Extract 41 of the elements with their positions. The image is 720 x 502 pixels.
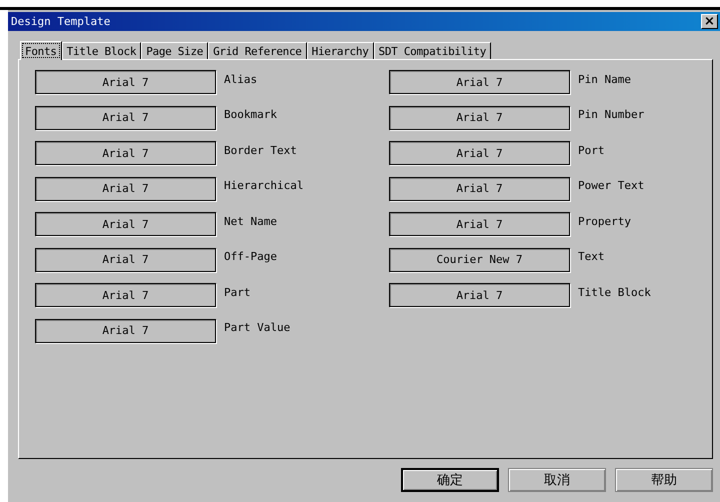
window-title: Design Template [11, 15, 110, 28]
font-label: Net Name [224, 214, 277, 228]
font-label: Part Value [224, 321, 290, 334]
font-label: Text [578, 250, 604, 263]
font-label: Port [578, 144, 604, 156]
font-button[interactable]: Arial 7 [35, 212, 216, 236]
dialog-button[interactable]: 帮助 [615, 468, 713, 492]
font-button[interactable]: Arial 7 [389, 106, 570, 130]
font-label: Hierarchical [224, 179, 304, 192]
tab[interactable]: Hierarchy [306, 42, 374, 59]
font-button[interactable]: Arial 7 [389, 141, 570, 165]
font-label: Border Text [224, 144, 297, 156]
font-button[interactable]: Arial 7 [389, 283, 570, 307]
font-button[interactable]: Arial 7 [35, 141, 216, 165]
font-label: Off-Page [224, 250, 277, 263]
font-label: Property [578, 214, 631, 228]
font-button[interactable]: Arial 7 [35, 318, 216, 342]
font-button[interactable]: Arial 7 [389, 176, 570, 200]
font-label: Part [224, 286, 250, 298]
font-button[interactable]: Arial 7 [35, 283, 216, 307]
font-button[interactable]: Arial 7 [35, 176, 216, 200]
font-button[interactable]: Arial 7 [35, 248, 216, 272]
tab[interactable]: Page Size [141, 42, 208, 59]
font-label: Pin Name [578, 72, 631, 86]
font-button[interactable]: Courier New 7 [389, 248, 570, 272]
font-label: Pin Number [578, 108, 644, 121]
font-label: Power Text [578, 179, 644, 192]
font-button[interactable]: Arial 7 [389, 70, 570, 94]
tab[interactable]: Fonts [20, 41, 62, 60]
tab[interactable]: Title Block [62, 42, 142, 59]
font-button[interactable]: Arial 7 [35, 70, 216, 94]
close-button[interactable]: × [701, 14, 718, 29]
font-button[interactable]: Arial 7 [389, 212, 570, 236]
tab[interactable]: SDT Compatibility [374, 42, 492, 59]
font-button[interactable]: Arial 7 [35, 106, 216, 130]
font-label: Bookmark [224, 108, 277, 121]
font-label: Alias [224, 72, 258, 86]
tab[interactable]: Grid Reference [208, 42, 307, 59]
font-label: Title Block [578, 286, 651, 298]
dialog-button[interactable]: 取消 [508, 468, 606, 492]
dialog-button[interactable]: 确定 [401, 468, 499, 492]
